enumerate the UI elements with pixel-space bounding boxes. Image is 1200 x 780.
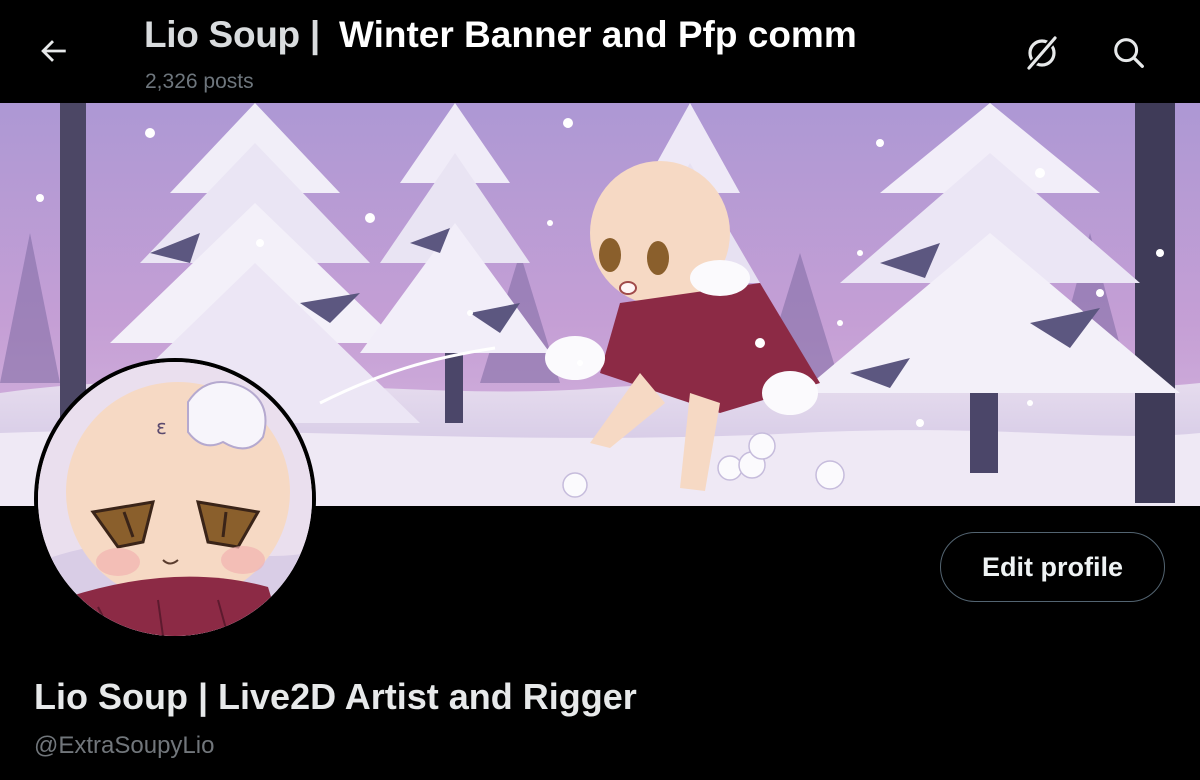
avatar-image: ɛ [38, 362, 312, 636]
svg-text:ɛ: ɛ [156, 415, 167, 439]
back-button[interactable] [26, 24, 80, 78]
edit-profile-button[interactable]: Edit profile [940, 532, 1165, 602]
posts-count: 2,326 posts [145, 70, 254, 93]
top-bar: Lio Soup | Winter Banner and Pfp comm 2,… [0, 0, 1200, 103]
user-handle: @ExtraSoupyLio [34, 732, 215, 759]
display-name: Lio Soup | Live2D Artist and Rigger [34, 676, 637, 717]
grok-icon [1027, 36, 1057, 70]
search-button[interactable] [1104, 28, 1154, 78]
arrow-left-icon [41, 40, 66, 62]
grok-button[interactable] [1017, 28, 1067, 78]
header-profile-name: Lio Soup | [144, 14, 320, 55]
search-icon [1114, 38, 1144, 68]
overlay-title: Winter Banner and Pfp comm [339, 14, 857, 55]
avatar[interactable]: ɛ [34, 358, 316, 640]
